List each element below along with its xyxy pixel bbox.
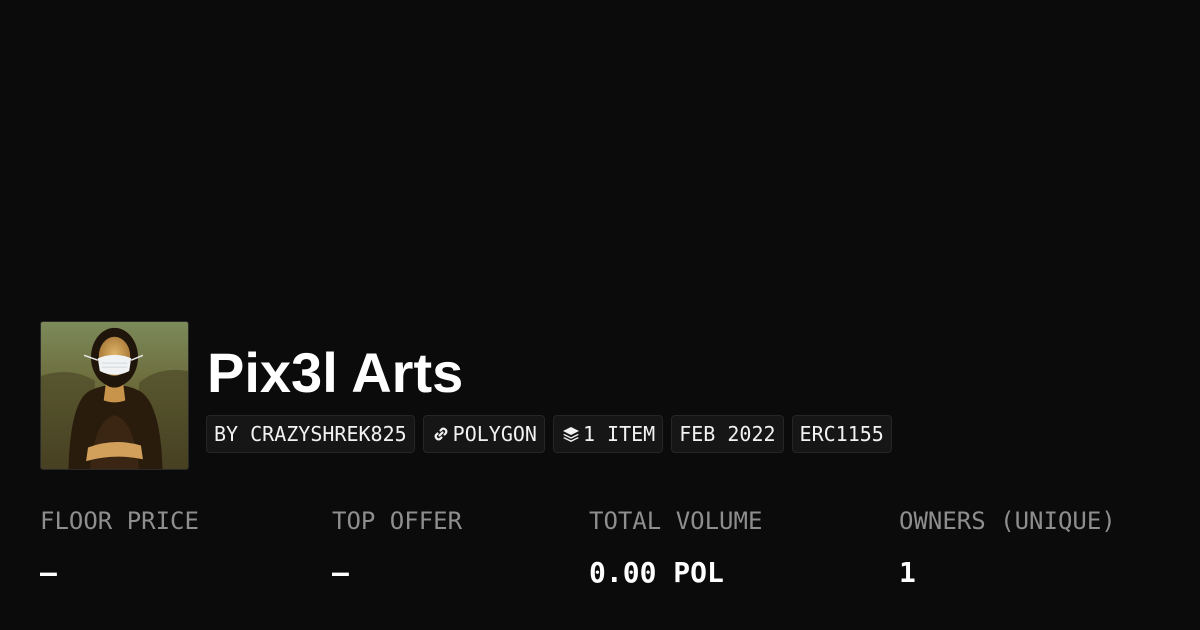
created-date-label: FEB 2022 xyxy=(679,422,776,446)
token-standard-tag: ERC1155 xyxy=(791,415,892,453)
items-tag: 1 ITEM xyxy=(552,415,664,453)
stat-total-volume: TOTAL VOLUME 0.00 POL xyxy=(589,505,762,591)
collection-tags: BY CRAZYSHREK825 POLYGON 1 ITEM FEB 2022 xyxy=(206,415,892,453)
stat-label: FLOOR PRICE xyxy=(40,507,199,535)
collection-avatar xyxy=(40,321,189,470)
stat-label: TOP OFFER xyxy=(332,507,463,535)
chain-tag[interactable]: POLYGON xyxy=(422,415,545,453)
stat-value: 1 xyxy=(899,556,916,589)
creator-tag[interactable]: BY CRAZYSHREK825 xyxy=(206,415,415,453)
stat-label: TOTAL VOLUME xyxy=(589,507,763,535)
mona-lisa-image xyxy=(41,322,188,469)
collection-title: Pix3l Arts xyxy=(207,341,464,404)
stat-floor-price: FLOOR PRICE – xyxy=(40,505,199,591)
created-date-tag: FEB 2022 xyxy=(671,415,784,453)
token-standard-label: ERC1155 xyxy=(799,422,884,446)
layers-icon xyxy=(561,424,581,444)
stat-label: OWNERS (UNIQUE) xyxy=(899,507,1116,535)
creator-tag-label: BY CRAZYSHREK825 xyxy=(214,422,407,446)
stat-value: – xyxy=(40,556,57,589)
stat-value: – xyxy=(332,556,349,589)
stat-top-offer: TOP OFFER – xyxy=(332,505,462,591)
stat-value: 0.00 POL xyxy=(589,556,724,589)
stat-owners: OWNERS (UNIQUE) 1 xyxy=(899,505,1116,591)
chain-link-icon xyxy=(431,424,451,444)
items-tag-label: 1 ITEM xyxy=(582,422,656,446)
chain-tag-label: POLYGON xyxy=(452,422,537,446)
